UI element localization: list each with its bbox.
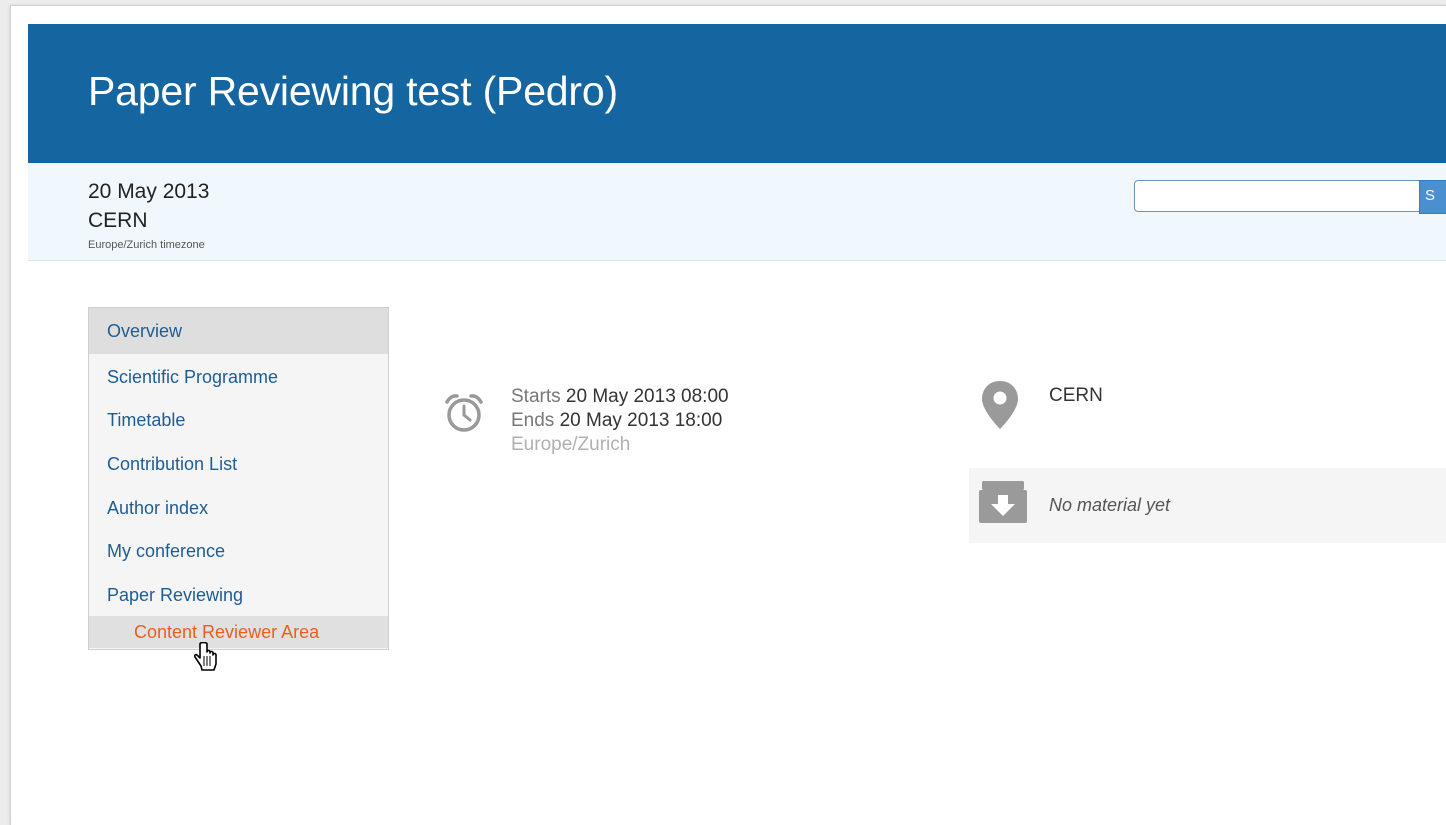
menu-item-paper-reviewing[interactable]: Paper Reviewing <box>89 583 388 607</box>
starts-value: 20 May 2013 08:00 <box>565 386 729 407</box>
menu-item-overview[interactable]: Overview <box>89 308 388 354</box>
ends-value: 20 May 2013 18:00 <box>559 410 723 431</box>
event-side-menu: Overview Scientific Programme Timetable … <box>88 307 389 650</box>
menu-item-timetable[interactable]: Timetable <box>89 408 388 432</box>
ends-label: Ends <box>511 410 555 431</box>
menu-item-contribution-list[interactable]: Contribution List <box>89 452 388 476</box>
event-header: Paper Reviewing test (Pedro) <box>28 24 1446 163</box>
material-panel: No material yet <box>969 468 1446 543</box>
venue-name: CERN <box>1049 385 1103 406</box>
menu-item-scientific-programme[interactable]: Scientific Programme <box>89 365 388 389</box>
starts-line: Starts 20 May 2013 08:00 <box>511 385 931 409</box>
menu-item-author-index[interactable]: Author index <box>89 496 388 520</box>
menu-subitem-content-reviewer-area[interactable]: Content Reviewer Area <box>89 616 388 648</box>
event-subheader: 20 May 2013 CERN Europe/Zurich timezone … <box>28 163 1446 261</box>
hand-cursor-icon <box>193 641 220 677</box>
search-input[interactable] <box>1134 180 1446 212</box>
alarm-clock-icon <box>442 391 486 440</box>
event-timezone-note: Europe/Zurich timezone <box>88 239 205 251</box>
schedule-text: Starts 20 May 2013 08:00 Ends 20 May 201… <box>511 385 931 457</box>
download-box-icon <box>978 480 1028 529</box>
browser-page: Paper Reviewing test (Pedro) 20 May 2013… <box>10 5 1446 825</box>
schedule-timezone: Europe/Zurich <box>511 434 631 455</box>
search-button[interactable]: S <box>1419 180 1446 214</box>
event-location: CERN <box>88 209 148 232</box>
ends-line: Ends 20 May 2013 18:00 <box>511 409 931 433</box>
menu-item-my-conference[interactable]: My conference <box>89 539 388 563</box>
material-status: No material yet <box>1049 495 1171 515</box>
starts-label: Starts <box>511 386 561 407</box>
map-pin-icon <box>980 379 1020 436</box>
event-title: Paper Reviewing test (Pedro) <box>88 68 618 114</box>
event-date: 20 May 2013 <box>88 180 210 203</box>
